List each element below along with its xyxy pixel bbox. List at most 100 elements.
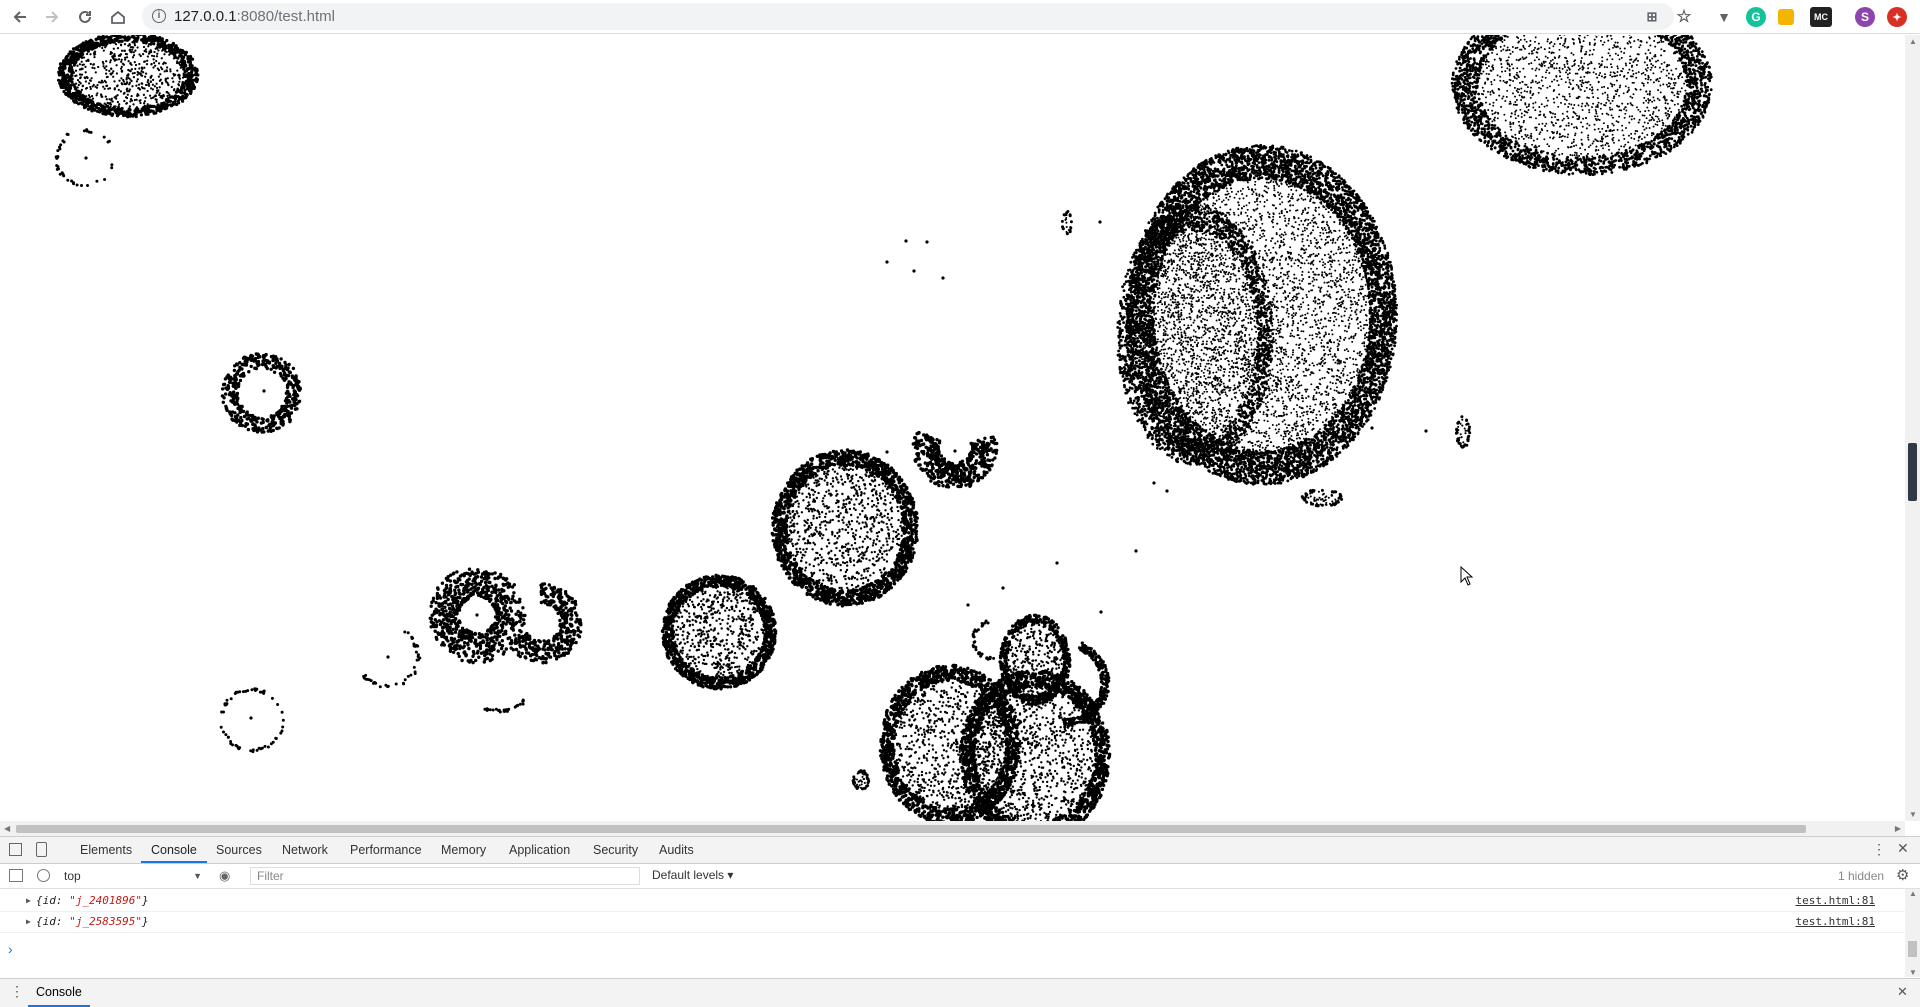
particle-blob bbox=[852, 769, 871, 790]
tab-memory[interactable]: Memory bbox=[431, 837, 496, 863]
particle-ring bbox=[912, 431, 999, 489]
tab-audits[interactable]: Audits bbox=[649, 837, 704, 863]
console-filter-input[interactable]: Filter bbox=[250, 867, 640, 885]
vertical-scrollbar[interactable]: ▲ ▼ bbox=[1905, 35, 1920, 821]
console-message-row[interactable]: ▶{id: "j_2583595"} test.html:81 bbox=[0, 912, 1905, 933]
tab-application[interactable]: Application bbox=[499, 837, 580, 863]
avatar[interactable]: S bbox=[1855, 7, 1875, 27]
particle-stray bbox=[1370, 426, 1373, 429]
particle-stray bbox=[941, 276, 944, 279]
console-object-preview[interactable]: {id: "j_2583595"} bbox=[36, 912, 149, 932]
particle-center bbox=[262, 389, 265, 392]
horizontal-scroll-thumb[interactable] bbox=[16, 825, 1806, 833]
forward-arrow-icon[interactable] bbox=[40, 5, 64, 29]
particle-blob bbox=[1455, 415, 1471, 448]
live-expression-eye-icon[interactable]: ◉ bbox=[219, 868, 230, 884]
particle-stray bbox=[1152, 481, 1155, 484]
tab-sources[interactable]: Sources bbox=[206, 837, 272, 863]
particle-stray bbox=[1001, 586, 1004, 589]
particle-stray bbox=[1150, 219, 1153, 222]
particle-ring bbox=[55, 128, 114, 187]
home-icon[interactable] bbox=[106, 5, 130, 29]
particle-center bbox=[84, 156, 87, 159]
tab-security[interactable]: Security bbox=[583, 837, 648, 863]
tab-console[interactable]: Console bbox=[141, 837, 207, 863]
particle-ring bbox=[972, 620, 995, 661]
particle-ring bbox=[220, 687, 285, 753]
console-source-link[interactable]: test.html:81 bbox=[1796, 912, 1875, 932]
console-prompt[interactable]: › bbox=[8, 941, 13, 957]
extension-icon[interactable] bbox=[1778, 9, 1794, 25]
console-scrollbar[interactable]: ▲ ▼ bbox=[1905, 889, 1920, 977]
particle-blob bbox=[1451, 35, 1713, 176]
particle-stray bbox=[1134, 549, 1137, 552]
particle-stray bbox=[904, 239, 907, 242]
particle-ring bbox=[221, 352, 302, 433]
browser-toolbar: i 127.0.0.1:8080/test.html ⊞ ☆ ▼ G MC S … bbox=[0, 0, 1920, 34]
console-source-link[interactable]: test.html:81 bbox=[1796, 891, 1875, 911]
particle-blob bbox=[1301, 489, 1343, 508]
url-text[interactable]: 127.0.0.1:8080/test.html bbox=[174, 8, 335, 25]
drawer-tab-console[interactable]: Console bbox=[28, 979, 90, 1007]
particle-ring bbox=[483, 699, 524, 714]
sidebar-toggle-icon[interactable] bbox=[9, 869, 23, 882]
devtools-panel: ElementsConsoleSourcesNetworkPerformance… bbox=[0, 836, 1920, 1006]
log-levels-dropdown[interactable]: Default levels ▾ bbox=[652, 868, 733, 882]
vertical-scroll-thumb[interactable] bbox=[1908, 443, 1917, 501]
expand-triangle-icon[interactable]: ▶ bbox=[26, 912, 31, 932]
inspect-element-icon[interactable] bbox=[9, 843, 22, 856]
particle-blob bbox=[771, 448, 919, 607]
translate-icon[interactable]: ⊞ bbox=[1642, 7, 1662, 27]
particle-canvas[interactable] bbox=[0, 35, 1905, 821]
particle-stray bbox=[1181, 244, 1184, 247]
device-toolbar-icon[interactable] bbox=[36, 842, 47, 857]
mouse-cursor-icon bbox=[1460, 566, 1474, 586]
expand-triangle-icon[interactable]: ▶ bbox=[26, 891, 31, 911]
particle-stray bbox=[966, 603, 969, 606]
devtools-menu-icon[interactable]: ⋮ bbox=[1872, 841, 1886, 858]
console-object-preview[interactable]: {id: "j_2401896"} bbox=[36, 891, 149, 911]
bookmark-star-icon[interactable]: ☆ bbox=[1674, 7, 1694, 27]
hidden-count: 1 hidden bbox=[1838, 869, 1884, 883]
devtools-drawer: ⋮ Console ✕ bbox=[0, 978, 1920, 1007]
particle-stray bbox=[1179, 423, 1182, 426]
address-bar[interactable]: i 127.0.0.1:8080/test.html bbox=[142, 3, 1674, 30]
particle-blob bbox=[1061, 210, 1073, 235]
reload-icon[interactable] bbox=[73, 5, 97, 29]
grammarly-icon[interactable]: G bbox=[1746, 7, 1766, 27]
particle-center bbox=[249, 716, 252, 719]
tab-performance[interactable]: Performance bbox=[340, 837, 432, 863]
console-message-row[interactable]: ▶{id: "j_2401896"} test.html:81 bbox=[0, 891, 1905, 912]
site-info-icon[interactable]: i bbox=[152, 9, 166, 23]
tab-elements[interactable]: Elements bbox=[70, 837, 142, 863]
context-selector[interactable]: top▼ bbox=[64, 867, 202, 885]
extension-mc-icon[interactable]: MC bbox=[1810, 7, 1832, 27]
particle-center bbox=[386, 655, 389, 658]
particle-stray bbox=[1099, 610, 1102, 613]
drawer-menu-icon[interactable]: ⋮ bbox=[10, 983, 24, 1000]
particle-center bbox=[953, 449, 956, 452]
particle-blob bbox=[661, 574, 778, 691]
particle-stray bbox=[925, 240, 928, 243]
red-extension-icon[interactable]: ✦ bbox=[1887, 7, 1907, 27]
vue-devtools-icon[interactable]: ▼ bbox=[1714, 7, 1734, 27]
close-devtools-icon[interactable]: ✕ bbox=[1897, 840, 1909, 857]
devtools-tab-bar: ElementsConsoleSourcesNetworkPerformance… bbox=[0, 837, 1920, 864]
particle-ring bbox=[362, 631, 421, 689]
back-arrow-icon[interactable] bbox=[8, 5, 32, 29]
particle-stray bbox=[885, 260, 888, 263]
tab-network[interactable]: Network bbox=[272, 837, 338, 863]
horizontal-scrollbar[interactable]: ◀ ▶ bbox=[0, 821, 1905, 836]
particle-stray bbox=[1424, 429, 1427, 432]
particle-stray bbox=[885, 450, 888, 453]
clear-console-icon[interactable] bbox=[37, 869, 50, 882]
particle-center bbox=[475, 613, 478, 616]
particle-stray bbox=[1055, 561, 1058, 564]
close-drawer-icon[interactable]: ✕ bbox=[1897, 984, 1908, 1000]
console-settings-gear-icon[interactable]: ⚙ bbox=[1896, 866, 1909, 884]
particle-ring bbox=[510, 582, 583, 664]
particle-blob bbox=[57, 35, 199, 118]
console-filter-bar: top▼ ◉ Filter Default levels ▾ 1 hidden … bbox=[0, 864, 1920, 889]
particle-blob bbox=[998, 614, 1071, 707]
page-canvas[interactable] bbox=[0, 35, 1920, 831]
